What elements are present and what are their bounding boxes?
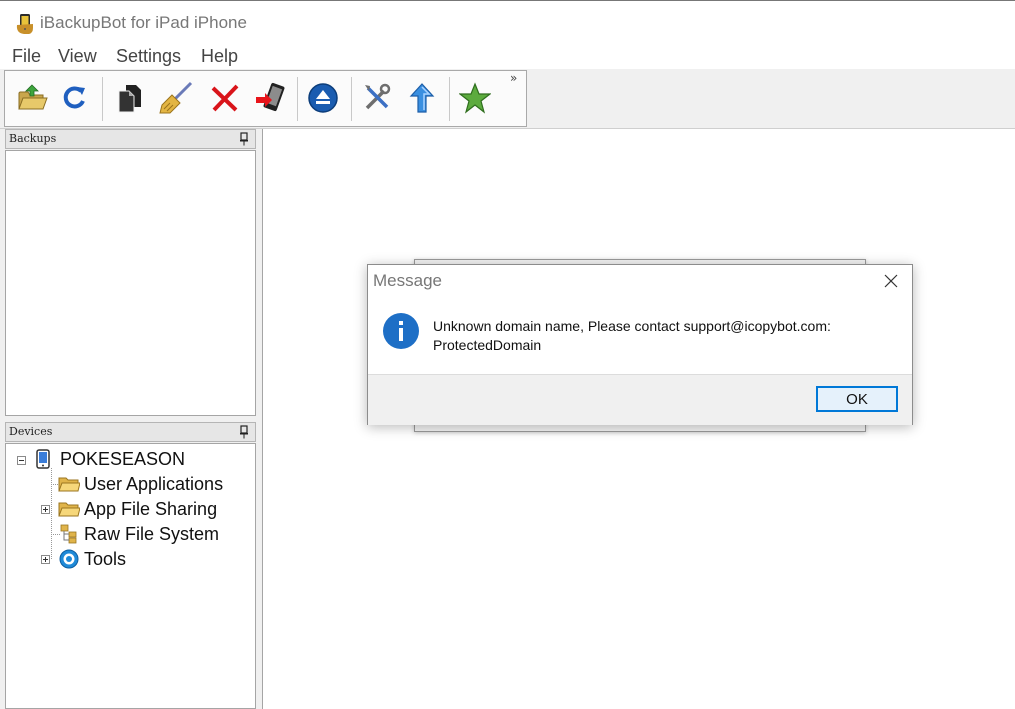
tree-item-label: Raw File System bbox=[84, 523, 220, 544]
device-transfer-icon bbox=[256, 82, 285, 112]
backups-list[interactable] bbox=[5, 150, 256, 416]
tree-item-label: Tools bbox=[84, 548, 127, 569]
tree-item-label: User Applications bbox=[84, 473, 224, 494]
folder-icon bbox=[58, 477, 80, 492]
pin-icon[interactable] bbox=[239, 132, 249, 146]
favorite-button[interactable] bbox=[457, 80, 493, 116]
menu-help[interactable]: Help bbox=[201, 44, 238, 68]
message-dialog: Message Unknown domain name, Please cont… bbox=[367, 264, 913, 425]
device-name: POKESEASON bbox=[60, 448, 186, 469]
dialog-message-line-1: Unknown domain name, Please contact supp… bbox=[433, 318, 831, 334]
upload-button[interactable] bbox=[404, 80, 440, 116]
info-icon bbox=[383, 313, 419, 349]
tree-item-app-file-sharing[interactable]: App File Sharing bbox=[58, 497, 217, 521]
toolbar-separator bbox=[102, 77, 103, 121]
window-title: iBackupBot for iPad iPhone bbox=[40, 13, 247, 32]
iphone-icon bbox=[36, 449, 50, 469]
tree-connector bbox=[51, 468, 52, 559]
expand-app-file-sharing-button[interactable] bbox=[41, 505, 50, 514]
devices-pane-header: Devices bbox=[5, 422, 256, 442]
collapse-device-button[interactable] bbox=[17, 456, 26, 465]
dialog-title: Message bbox=[373, 271, 442, 290]
menu-settings[interactable]: Settings bbox=[116, 44, 181, 68]
open-folder-icon bbox=[18, 84, 48, 110]
folder-icon bbox=[58, 502, 80, 517]
menu-bar: File View Settings Help bbox=[0, 44, 1015, 69]
tools-button[interactable] bbox=[359, 80, 395, 116]
close-icon[interactable] bbox=[884, 274, 898, 288]
tree-item-tools[interactable]: Tools bbox=[58, 547, 126, 571]
refresh-button[interactable] bbox=[57, 80, 93, 116]
clean-button[interactable] bbox=[158, 80, 194, 116]
copy-documents-icon bbox=[118, 85, 141, 113]
backups-pane-title: Backups bbox=[9, 132, 57, 145]
device-transfer-button[interactable] bbox=[253, 80, 289, 116]
tree-item-label: App File Sharing bbox=[84, 498, 218, 519]
tree-item-user-applications[interactable]: User Applications bbox=[58, 472, 223, 496]
devices-tree: POKESEASON User Applications App File Sh… bbox=[5, 443, 256, 709]
dialog-message-line-2: ProtectedDomain bbox=[433, 337, 542, 353]
tree-item-raw-file-system[interactable]: Raw File System bbox=[58, 522, 219, 546]
tools-icon bbox=[365, 83, 391, 110]
expand-tools-button[interactable] bbox=[41, 555, 50, 564]
copy-documents-button[interactable] bbox=[112, 80, 148, 116]
open-folder-button[interactable] bbox=[14, 80, 50, 116]
dialog-message: Unknown domain name, Please contact supp… bbox=[433, 317, 903, 355]
menu-view[interactable]: View bbox=[58, 44, 97, 68]
pin-icon[interactable] bbox=[239, 425, 249, 439]
file-system-icon bbox=[60, 524, 77, 544]
ok-button[interactable]: OK bbox=[816, 386, 898, 412]
delete-x-icon bbox=[211, 84, 239, 112]
toolbar-overflow-button[interactable]: » bbox=[510, 71, 517, 85]
eject-icon bbox=[308, 83, 338, 113]
title-bar: iBackupBot for iPad iPhone bbox=[0, 0, 1015, 44]
toolbar-separator bbox=[351, 77, 352, 121]
ibackupbot-app-icon bbox=[16, 14, 33, 34]
dialog-footer: OK bbox=[368, 374, 912, 425]
device-tree: POKESEASON User Applications App File Sh… bbox=[6, 444, 255, 708]
eject-button[interactable] bbox=[305, 80, 341, 116]
gear-icon bbox=[59, 549, 79, 569]
tree-item-device[interactable]: POKESEASON bbox=[36, 447, 185, 471]
upload-arrow-icon bbox=[409, 83, 435, 113]
toolbar: » bbox=[4, 70, 527, 127]
left-pane: Backups Devices POKESEASON User Applicat… bbox=[0, 129, 262, 709]
toolbar-separator bbox=[449, 77, 450, 121]
refresh-icon bbox=[63, 86, 85, 109]
star-icon bbox=[459, 82, 491, 114]
broom-clean-icon bbox=[159, 81, 193, 114]
toolbar-area: » bbox=[0, 69, 1015, 129]
delete-button[interactable] bbox=[207, 80, 243, 116]
devices-pane-title: Devices bbox=[9, 425, 53, 438]
menu-file[interactable]: File bbox=[12, 44, 41, 68]
toolbar-separator bbox=[297, 77, 298, 121]
backups-pane-header: Backups bbox=[5, 129, 256, 149]
